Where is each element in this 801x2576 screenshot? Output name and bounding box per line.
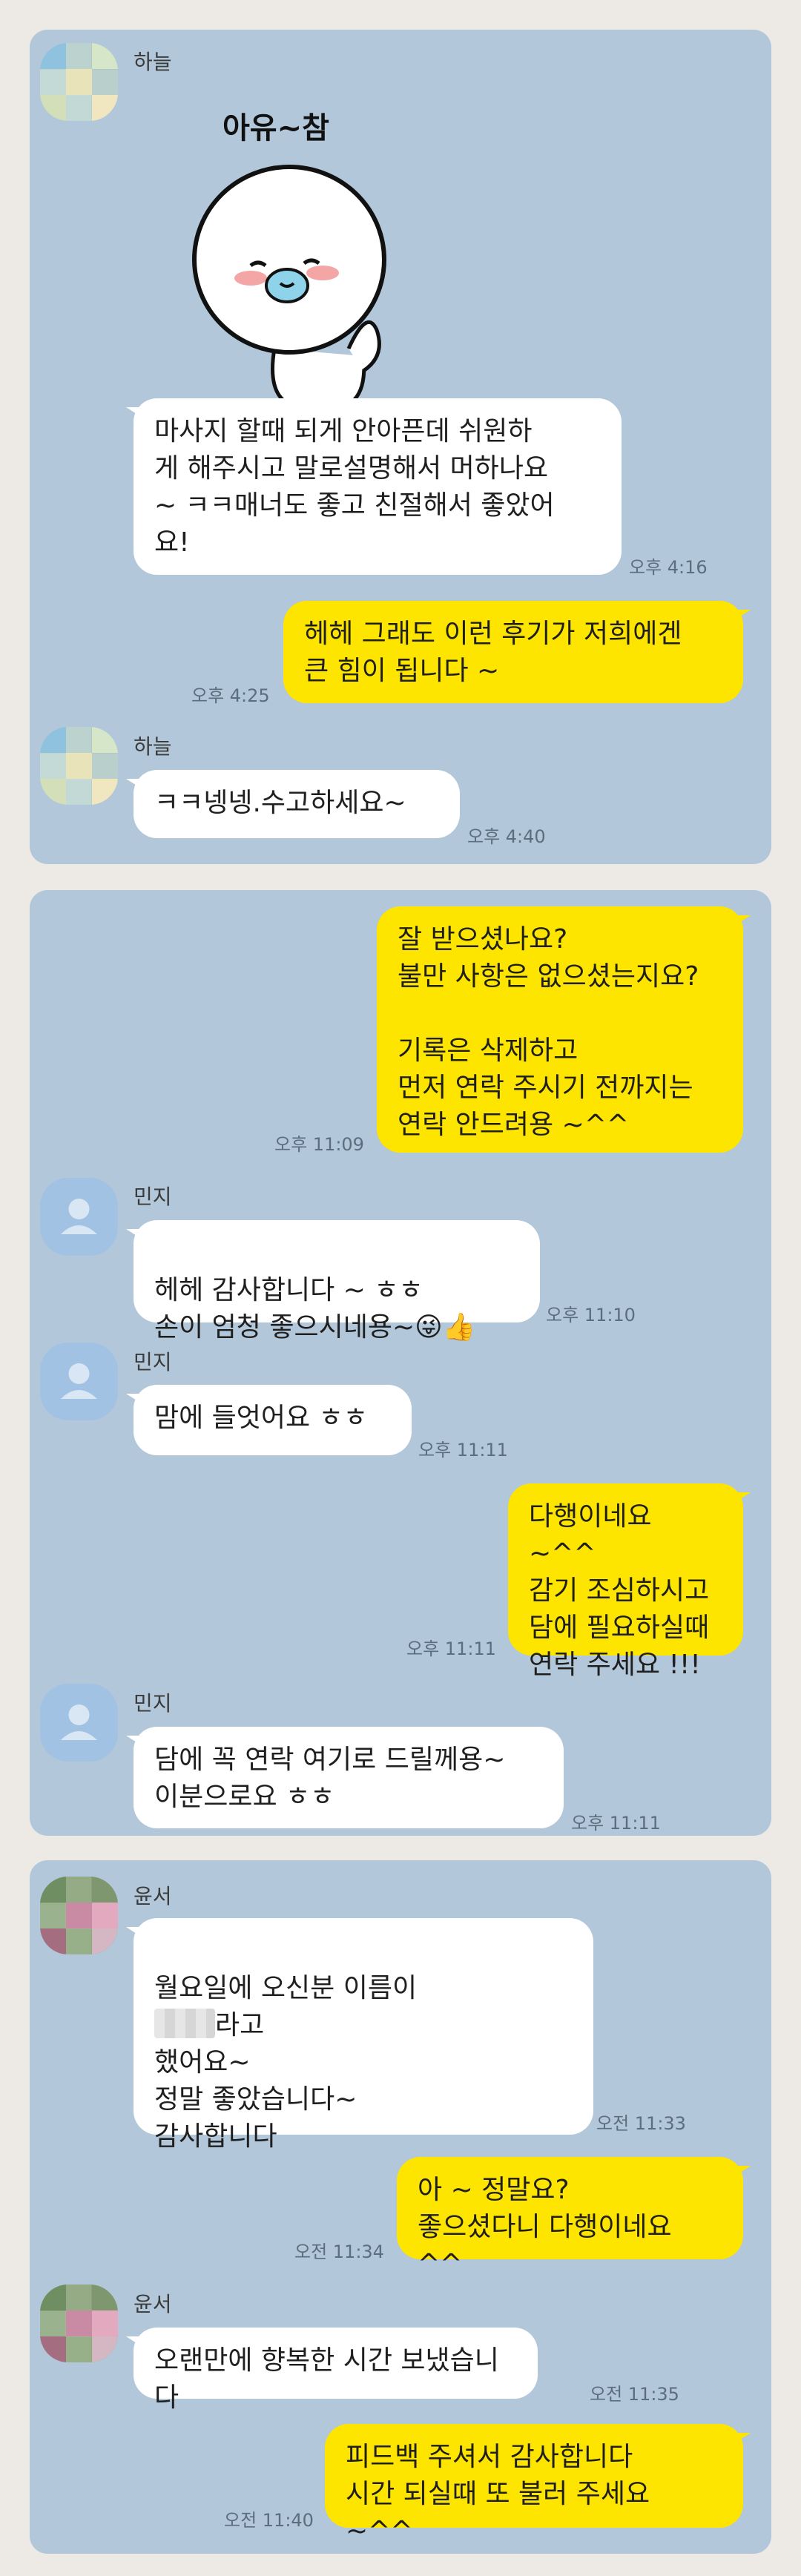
sticker-caption: 아유~참 — [222, 111, 329, 145]
message-time: 오후 4:16 — [629, 557, 708, 578]
message-bubble[interactable]: 맘에 들엇어요 ㅎㅎ — [126, 1385, 412, 1455]
message-time: 오후 11:11 — [406, 1638, 496, 1659]
message-time: 오전 11:34 — [294, 2241, 384, 2262]
message-time: 오후 4:40 — [467, 826, 546, 847]
my-message-bubble[interactable]: 다행이네요 ~^^ 감기 조심하시고 담에 필요하실때 연락 주세요 !!! — [508, 1483, 751, 1680]
sender-name: 하늘 — [134, 50, 172, 74]
my-message-bubble[interactable]: 헤헤 그래도 이런 후기가 저희에겐 큰 힘이 됩니다 ~ — [283, 601, 751, 703]
sender-name: 민지 — [134, 1691, 172, 1716]
avatar-default-minji[interactable] — [40, 1343, 118, 1420]
avatar-default-minji[interactable] — [40, 1178, 118, 1256]
sender-name: 윤서 — [134, 1884, 172, 1908]
sender-name: 민지 — [134, 1350, 172, 1374]
chat-panel-3: 윤서 월요일에 오신분 이름이 라고 했어요~ 정말 좋았습니다~ 감사합니다 … — [30, 1860, 771, 2554]
avatar-haneul[interactable] — [40, 43, 118, 121]
message-time: 오후 4:25 — [191, 685, 270, 706]
message-bubble[interactable]: 헤헤 감사합니다 ~ ㅎㅎ 손이 엄청 좋으시네용~😜👍 — [126, 1220, 540, 1343]
message-bubble[interactable]: 담에 꼭 연락 여기로 드릴께용~ 이분으로요 ㅎㅎ — [126, 1727, 564, 1828]
message-time: 오후 11:10 — [546, 1305, 636, 1325]
chat-panel-2: 잘 받으셨나요? 불만 사항은 없으셨는지요? 기록은 삭제하고 먼저 연락 주… — [30, 890, 771, 1836]
chat-panel-1: 하늘 아유~참 마사지 할때 되게 안아픈데 쉬원하 게 해주시고 말로설명해서… — [30, 30, 771, 864]
sender-name: 윤서 — [134, 2292, 172, 2316]
message-text: 월요일에 오신분 이름이 — [154, 1973, 418, 2003]
message-time: 오후 11:11 — [418, 1440, 508, 1460]
message-bubble[interactable]: 마사지 할때 되게 안아픈데 쉬원하 게 해주시고 말로설명해서 머하나요 ~ … — [126, 398, 622, 575]
wink-thumbs-up-emoji-icon: 😜👍 — [415, 1312, 476, 1343]
message-bubble[interactable]: 월요일에 오신분 이름이 라고 했어요~ 정말 좋았습니다~ 감사합니다 — [126, 1918, 593, 2152]
message-time: 오전 11:33 — [596, 2113, 686, 2134]
message-text: 라고 — [215, 2010, 265, 2040]
person-icon — [61, 1704, 97, 1740]
message-time: 오전 11:40 — [224, 2510, 314, 2531]
sender-name: 하늘 — [134, 734, 172, 759]
message-time: 오후 11:11 — [571, 1813, 661, 1834]
message-time: 오전 11:35 — [590, 2384, 679, 2405]
my-message-bubble[interactable]: 피드백 주셔서 감사합니다 시간 되실때 또 불러 주세요 ~^^ — [325, 2424, 751, 2546]
message-time: 오후 11:09 — [274, 1134, 364, 1155]
sticker-character-icon — [192, 165, 386, 406]
sticker[interactable]: 아유~참 — [178, 96, 430, 408]
my-message-bubble[interactable]: 아 ~ 정말요? 좋으셨다니 다행이네요 ^^ — [397, 2157, 751, 2279]
person-icon — [61, 1363, 97, 1399]
sender-name: 민지 — [134, 1185, 172, 1209]
message-text: 헤헤 감사합니다 ~ ㅎㅎ 손이 엄청 좋으시네용~ — [154, 1275, 423, 1343]
person-icon — [61, 1199, 97, 1234]
avatar-yunseo[interactable] — [40, 1877, 118, 1954]
my-message-bubble[interactable]: 잘 받으셨나요? 불만 사항은 없으셨는지요? 기록은 삭제하고 먼저 연락 주… — [377, 906, 751, 1153]
avatar-default-minji[interactable] — [40, 1684, 118, 1762]
avatar-haneul[interactable] — [40, 727, 118, 805]
message-text: 했어요~ 정말 좋았습니다~ 감사합니다 — [154, 2047, 357, 2152]
redacted-name — [154, 2009, 215, 2038]
avatar-yunseo[interactable] — [40, 2285, 118, 2362]
message-bubble[interactable]: ㅋㅋ넹넹.수고하세요~ — [126, 770, 460, 838]
message-bubble[interactable]: 오랜만에 향복한 시간 보냈습니다 — [126, 2328, 538, 2413]
